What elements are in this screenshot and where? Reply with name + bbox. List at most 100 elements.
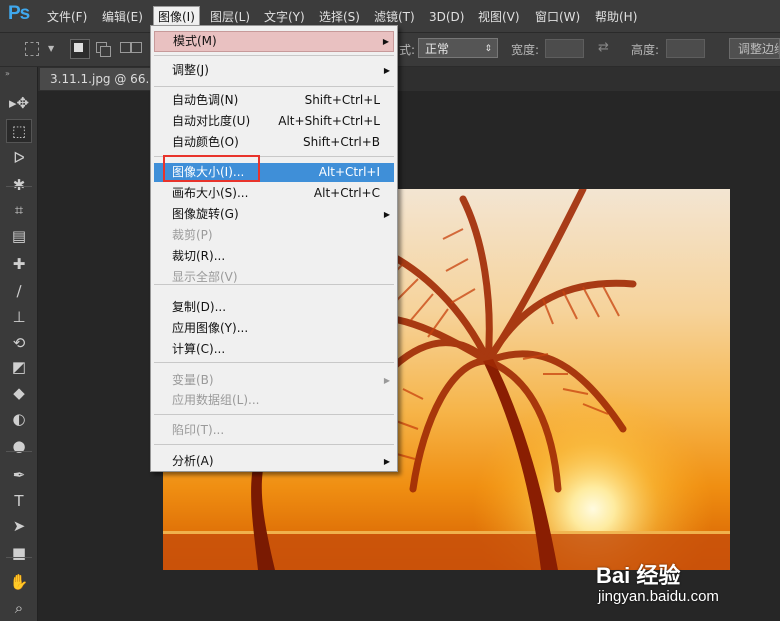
preset-dropdown-icon[interactable]: ▼	[48, 44, 54, 53]
paint-bucket-tool-icon[interactable]: ◆	[6, 381, 32, 405]
lasso-tool-icon[interactable]: ᐅ	[6, 146, 32, 170]
pen-tool-icon[interactable]: ✒	[6, 463, 32, 487]
menu-filter[interactable]: 滤镜(T)	[370, 8, 419, 26]
width-input[interactable]	[545, 39, 584, 58]
menu-item-label: 应用图像(Y)...	[172, 321, 249, 335]
marquee-tool-icon[interactable]: ⬚	[6, 119, 32, 143]
image-menu-item[interactable]: 自动色调(N) Shift+Ctrl+L	[154, 91, 394, 110]
style-select[interactable]: 正常 ⇕	[418, 38, 498, 58]
image-menu-item[interactable]: 计算(C)...	[154, 340, 394, 359]
menu-item-label: 分析(A)	[172, 454, 214, 468]
menu-item-shortcut: Alt+Shift+Ctrl+L	[278, 114, 380, 128]
collapse-panel-icon[interactable]: »	[5, 69, 10, 78]
image-menu-item[interactable]: 模式(M) ▶	[154, 31, 394, 52]
rectangle-tool-icon[interactable]: ■	[6, 541, 32, 565]
submenu-arrow-icon: ▶	[383, 66, 390, 75]
subtract-selection-icon[interactable]	[120, 42, 131, 53]
tools-separator	[6, 557, 32, 558]
menu-type[interactable]: 文字(Y)	[260, 8, 309, 26]
menu-window[interactable]: 窗口(W)	[531, 8, 584, 26]
tools-panel: » ▸✥ ⬚ ᐅ ✱ ⌗ ▤ ✚ ∕ ⊥ ⟲ ◩ ◆ ◐ ● ✒ T ➤ ■ ✋ ⌕	[0, 67, 38, 621]
chevron-updown-icon: ⇕	[484, 44, 492, 54]
image-menu-item[interactable]: 调整(J) ▶	[154, 61, 394, 80]
crop-tool-icon[interactable]: ⌗	[6, 198, 32, 222]
style-select-value: 正常	[425, 42, 450, 56]
menu-separator	[154, 444, 394, 445]
move-tool-icon[interactable]: ▸✥	[6, 91, 32, 115]
menu-item-shortcut: Shift+Ctrl+B	[303, 135, 380, 149]
intersect-selection-icon[interactable]	[131, 42, 142, 53]
image-menu-item[interactable]: 应用图像(Y)...	[154, 319, 394, 338]
menu-item-label: 裁剪(P)	[172, 228, 213, 242]
menu-file[interactable]: 文件(F)	[43, 8, 91, 26]
swap-dimensions-icon[interactable]: ⇄	[598, 40, 609, 55]
menu-separator	[154, 284, 394, 285]
healing-brush-tool-icon[interactable]: ✚	[6, 252, 32, 276]
annotation-highlight-box	[163, 155, 260, 182]
menu-separator	[154, 55, 394, 56]
image-menu-item[interactable]: 裁切(R)...	[154, 247, 394, 266]
submenu-arrow-icon: ▶	[383, 457, 390, 466]
tools-separator	[6, 451, 32, 452]
menu-item-label: 计算(C)...	[172, 342, 226, 356]
menu-select[interactable]: 选择(S)	[315, 8, 364, 26]
image-menu-item[interactable]: 分析(A) ▶	[154, 452, 394, 471]
menu-item-label: 自动对比度(U)	[172, 114, 251, 128]
height-label: 高度:	[631, 43, 660, 57]
menu-layer[interactable]: 图层(L)	[206, 8, 254, 26]
menu-item-label: 变量(B)	[172, 373, 214, 387]
menu-item-label: 裁切(R)...	[172, 249, 226, 263]
menu-separator	[154, 362, 394, 363]
zoom-tool-icon[interactable]: ⌕	[6, 596, 32, 620]
menu-item-shortcut: Alt+Ctrl+I	[318, 165, 380, 179]
image-menu-dropdown: 模式(M) ▶ 调整(J) ▶ 自动色调(N) Shift+Ctrl+L 自动对比度(U) A…	[150, 25, 398, 472]
dodge-tool-icon[interactable]: ●	[6, 434, 32, 458]
hand-tool-icon[interactable]: ✋	[6, 570, 32, 594]
submenu-arrow-icon: ▶	[383, 376, 390, 385]
brush-tool-icon[interactable]: ∕	[6, 279, 32, 303]
add-to-selection-glyph-icon	[100, 46, 111, 57]
height-input[interactable]	[666, 39, 705, 58]
image-menu-item: 变量(B) ▶	[154, 371, 394, 390]
menu-item-label: 调整(J)	[172, 63, 209, 77]
photoshop-logo: Ps	[8, 3, 30, 24]
watermark-site: jingyan.baidu.com	[598, 588, 719, 605]
menu-separator	[154, 86, 394, 87]
menu-item-label: 自动颜色(O)	[172, 135, 239, 149]
refine-edge-button[interactable]: 调整边缘	[729, 38, 780, 59]
marquee-preset-icon[interactable]	[25, 42, 39, 56]
menu-3d[interactable]: 3D(D)	[425, 8, 468, 26]
document-tab[interactable]: 3.11.1.jpg @ 66.7	[40, 68, 168, 90]
image-menu-item: 裁剪(P)	[154, 226, 394, 245]
clone-stamp-tool-icon[interactable]: ⊥	[6, 305, 32, 329]
eraser-tool-icon[interactable]: ◩	[6, 355, 32, 379]
menu-separator	[154, 414, 394, 415]
image-menu-item[interactable]: 复制(D)...	[154, 298, 394, 317]
image-menu-item[interactable]: 自动对比度(U) Alt+Shift+Ctrl+L	[154, 112, 394, 131]
image-menu-item[interactable]: 图像旋转(G) ▶	[154, 205, 394, 224]
blur-tool-icon[interactable]: ◐	[6, 407, 32, 431]
baidu-watermark: Bai 经验 jingyan.baidu.com	[588, 552, 778, 618]
eyedropper-tool-icon[interactable]: ▤	[6, 224, 32, 248]
menu-item-label: 应用数据组(L)...	[172, 393, 260, 407]
history-brush-tool-icon[interactable]: ⟲	[6, 331, 32, 355]
width-label: 宽度:	[511, 43, 540, 57]
image-menu-item: 陷印(T)...	[154, 421, 394, 440]
menu-help[interactable]: 帮助(H)	[591, 8, 641, 26]
menu-edit[interactable]: 编辑(E)	[98, 8, 147, 26]
menu-item-label: 复制(D)...	[172, 300, 227, 314]
menu-view[interactable]: 视图(V)	[474, 8, 524, 26]
type-tool-icon[interactable]: T	[6, 489, 32, 513]
watermark-brand: Bai 经验	[596, 563, 681, 588]
menu-item-label: 画布大小(S)...	[172, 186, 249, 200]
tools-separator	[6, 186, 32, 187]
image-menu-item: 应用数据组(L)...	[154, 391, 394, 410]
path-selection-tool-icon[interactable]: ➤	[6, 514, 32, 538]
menu-item-label: 模式(M)	[173, 34, 217, 48]
new-selection-glyph-icon	[74, 43, 83, 52]
menu-item-shortcut: Alt+Ctrl+C	[313, 186, 380, 200]
image-menu-item[interactable]: 自动颜色(O) Shift+Ctrl+B	[154, 133, 394, 152]
submenu-arrow-icon: ▶	[383, 210, 390, 219]
quick-selection-tool-icon[interactable]: ✱	[6, 173, 32, 197]
image-menu-item[interactable]: 画布大小(S)... Alt+Ctrl+C	[154, 184, 394, 203]
